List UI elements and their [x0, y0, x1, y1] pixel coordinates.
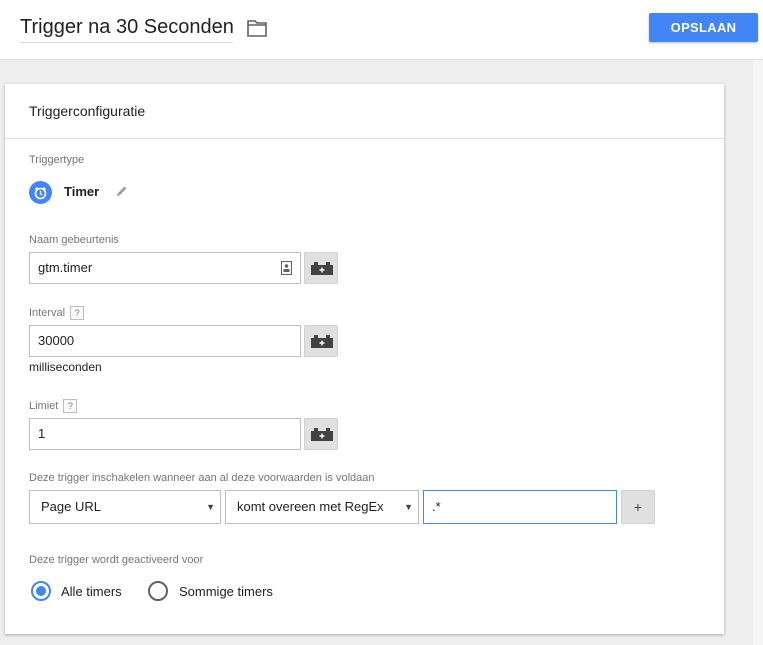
contact-card-icon — [281, 261, 292, 275]
event-name-label: Naam gebeurtenis — [29, 234, 119, 246]
card-header: Triggerconfiguratie — [5, 84, 724, 139]
variable-block-icon — [311, 335, 333, 348]
conditions-label: Deze trigger inschakelen wanneer aan al … — [29, 472, 375, 484]
condition-operator-select[interactable]: komt overeen met RegEx ▼ — [225, 490, 419, 524]
variable-block-icon — [311, 262, 333, 275]
condition-variable-value: Page URL — [41, 499, 101, 514]
event-name-value: gtm.timer — [38, 260, 93, 275]
interval-label: Interval? — [29, 306, 85, 320]
interval-unit: milliseconden — [29, 360, 102, 374]
insert-variable-button[interactable] — [304, 418, 338, 450]
dropdown-caret-icon: ▼ — [404, 502, 413, 512]
limit-value: 1 — [38, 426, 46, 441]
trigger-type-label: Triggertype — [29, 154, 85, 166]
limit-label: Limiet? — [29, 399, 78, 413]
interval-help-icon[interactable]: ? — [70, 306, 85, 320]
trigger-type-name: Timer — [64, 184, 100, 199]
top-bar: Trigger na 30 Seconden OPSLAAN — [0, 0, 763, 60]
interval-value: 30000 — [38, 333, 75, 348]
radio-all-timers-label[interactable]: Alle timers — [61, 584, 122, 599]
condition-value: .* — [432, 499, 441, 514]
limit-input[interactable]: 1 — [29, 418, 301, 450]
alarm-clock-icon — [29, 181, 52, 204]
interval-input[interactable]: 30000 — [29, 325, 301, 357]
insert-variable-button[interactable] — [304, 325, 338, 357]
radio-some-timers[interactable] — [148, 581, 168, 601]
condition-operator-value: komt overeen met RegEx — [237, 499, 384, 514]
add-condition-button[interactable]: + — [621, 490, 655, 524]
pencil-icon[interactable] — [115, 184, 129, 198]
insert-variable-button[interactable] — [304, 252, 338, 284]
condition-variable-select[interactable]: Page URL ▼ — [29, 490, 221, 524]
trigger-name-input[interactable]: Trigger na 30 Seconden — [20, 16, 234, 43]
event-name-input[interactable]: gtm.timer — [29, 252, 301, 284]
interval-label-text: Interval — [29, 306, 66, 319]
folder-icon[interactable] — [247, 19, 267, 37]
save-button[interactable]: OPSLAAN — [649, 13, 758, 42]
variable-block-icon — [311, 428, 333, 441]
radio-some-timers-label[interactable]: Sommige timers — [179, 584, 273, 599]
condition-value-input[interactable]: .* — [423, 490, 617, 524]
card-title: Triggerconfiguratie — [29, 103, 146, 119]
limit-label-text: Limiet — [29, 399, 59, 412]
radio-all-timers[interactable] — [31, 581, 51, 601]
fires-on-label: Deze trigger wordt geactiveerd voor — [29, 554, 204, 566]
trigger-config-card: Triggerconfiguratie Triggertype Timer Na… — [5, 84, 724, 634]
scrollbar[interactable] — [753, 60, 763, 645]
limit-help-icon[interactable]: ? — [63, 399, 78, 413]
dropdown-caret-icon: ▼ — [206, 502, 215, 512]
